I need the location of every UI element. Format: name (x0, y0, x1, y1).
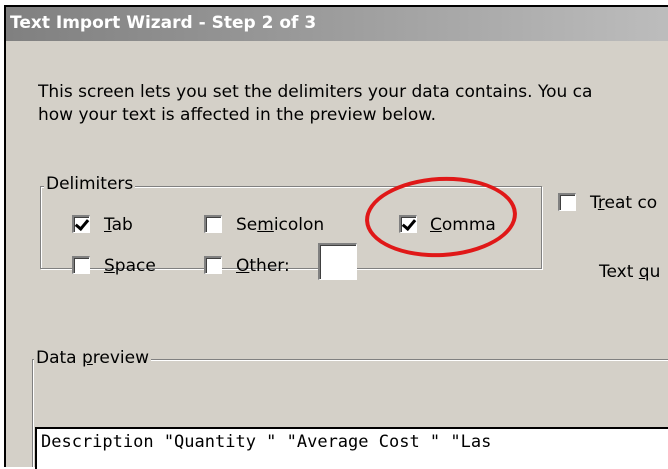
intro-text: This screen lets you set the delimiters … (38, 81, 668, 127)
title-bar: Text Import Wizard - Step 2 of 3 (6, 7, 668, 41)
space-label[interactable]: Space (104, 256, 156, 276)
tab-checkbox[interactable] (72, 215, 90, 233)
comma-checkbox[interactable] (399, 215, 417, 233)
text-qualifier-post: u (649, 262, 661, 282)
comma-label-key: C (430, 215, 442, 235)
treat-consecutive-key: r (597, 193, 605, 213)
tab-label[interactable]: Tab (104, 215, 133, 235)
intro-line-1: This screen lets you set the delimiters … (38, 82, 593, 102)
semicolon-label-key: m (257, 215, 274, 235)
tab-label-post: ab (111, 215, 133, 235)
semicolon-label-post: icolon (273, 215, 325, 235)
intro-line-2: how your text is affected in the preview… (38, 105, 437, 125)
data-preview-legend-key: p (82, 348, 93, 368)
other-label[interactable]: Other: (236, 256, 290, 276)
space-label-key: S (104, 256, 115, 276)
other-delimiter-input[interactable] (318, 243, 357, 280)
other-checkbox[interactable] (204, 256, 222, 274)
text-qualifier-label: Text qu (599, 262, 660, 282)
other-label-key: O (236, 256, 250, 276)
preview-row-1: Description "Quantity " "Average Cost " … (41, 432, 492, 452)
space-checkbox[interactable] (72, 256, 90, 274)
tab-label-key: T (104, 215, 112, 235)
space-label-post: pace (114, 256, 156, 276)
treat-consecutive-post: eat co (604, 193, 658, 213)
treat-consecutive-label[interactable]: Treat co (590, 193, 657, 213)
semicolon-checkbox[interactable] (204, 215, 222, 233)
data-preview-legend-post: review (92, 348, 150, 368)
comma-label[interactable]: Comma (430, 215, 496, 235)
other-label-post: ther: (249, 256, 290, 276)
data-preview-grid[interactable]: Description "Quantity " "Average Cost " … (35, 427, 668, 469)
treat-consecutive-checkbox[interactable] (558, 193, 576, 211)
text-qualifier-key: q (638, 262, 650, 282)
data-preview-legend: Data preview (34, 348, 152, 368)
window-title: Text Import Wizard - Step 2 of 3 (10, 13, 317, 33)
delimiters-legend: Delimiters (44, 174, 136, 194)
semicolon-label-pre: Se (236, 215, 258, 235)
data-preview-legend-pre: Data (36, 348, 82, 368)
comma-label-post: omma (441, 215, 496, 235)
semicolon-label[interactable]: Semicolon (236, 215, 324, 235)
text-import-wizard-window: Text Import Wizard - Step 2 of 3 This sc… (4, 5, 668, 467)
text-qualifier-pre: Text (599, 262, 639, 282)
treat-consecutive-pre: T (590, 193, 598, 213)
